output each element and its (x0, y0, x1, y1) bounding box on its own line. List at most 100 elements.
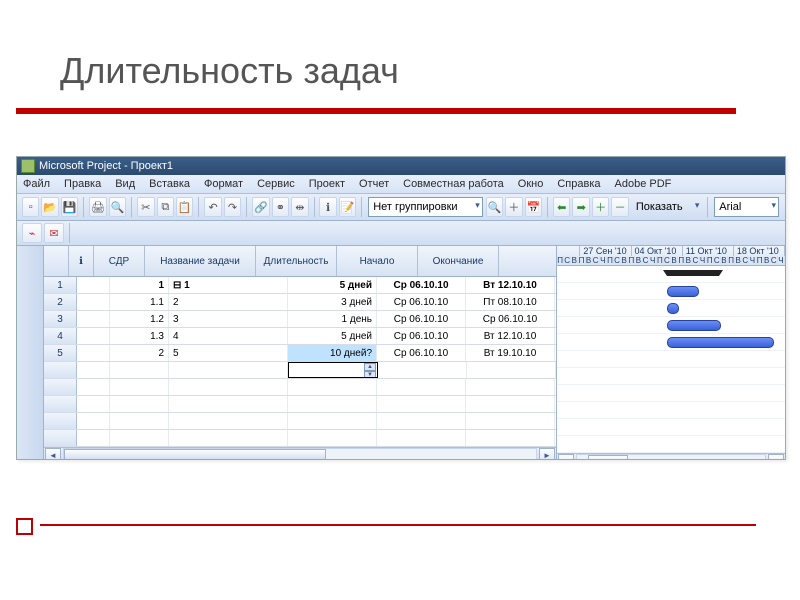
menu-report[interactable]: Отчет (359, 178, 389, 190)
cell-duration[interactable]: 5 дней (288, 277, 377, 293)
week-header[interactable]: 11 Окт '10 (683, 246, 734, 256)
gantt-hscroll[interactable]: ◄ ► (557, 453, 785, 460)
cell-wbs[interactable]: 1.1 (110, 294, 169, 310)
day-header[interactable]: П (557, 256, 564, 265)
day-header[interactable]: С (771, 256, 778, 265)
menu-adobepdf[interactable]: Adobe PDF (615, 178, 672, 190)
day-header[interactable]: В (586, 256, 593, 265)
zoomin-icon[interactable]: ＋ (505, 197, 522, 217)
day-header[interactable]: Ч (600, 256, 607, 265)
gantt-row[interactable] (557, 334, 785, 351)
day-header[interactable]: С (714, 256, 721, 265)
scroll-right-icon[interactable]: ► (539, 448, 555, 460)
cell-start[interactable]: Ср 06.10.10 (377, 311, 466, 327)
day-header[interactable]: П (678, 256, 685, 265)
menu-insert[interactable]: Вставка (149, 178, 190, 190)
link-icon[interactable]: 🔗 (252, 197, 269, 217)
gantt-row[interactable] (557, 317, 785, 334)
menu-tools[interactable]: Сервис (257, 178, 295, 190)
gantt-row[interactable] (557, 300, 785, 317)
gantt-row[interactable] (557, 351, 785, 368)
table-row[interactable]: 41.345 днейСр 06.10.10Вт 12.10.10 (44, 328, 556, 345)
indent-right-icon[interactable]: ➡ (572, 197, 589, 217)
day-header[interactable]: С (643, 256, 650, 265)
day-header[interactable]: В (621, 256, 628, 265)
day-header[interactable]: П (657, 256, 664, 265)
table-row[interactable]: 31.231 деньСр 06.10.10Ср 06.10.10 (44, 311, 556, 328)
day-header[interactable]: Ч (650, 256, 657, 265)
task-bar[interactable] (667, 320, 721, 331)
scroll-right-icon[interactable]: ► (768, 454, 784, 460)
menubar[interactable]: Файл Правка Вид Вставка Формат Сервис Пр… (17, 175, 785, 194)
corner-cell[interactable] (44, 246, 69, 276)
cell-duration[interactable]: 3 дней (288, 294, 377, 310)
cell-name[interactable]: ⊟ 1 (169, 277, 288, 293)
day-header[interactable]: В (671, 256, 678, 265)
gantt-row[interactable] (557, 402, 785, 419)
menu-file[interactable]: Файл (23, 178, 50, 190)
cell-duration[interactable]: 1 день (288, 311, 377, 327)
cell-duration[interactable]: 5 дней (288, 328, 377, 344)
minus-icon[interactable]: － (611, 197, 628, 217)
cell-end[interactable]: Вт 12.10.10 (466, 328, 555, 344)
day-header[interactable]: П (628, 256, 635, 265)
cell-end[interactable]: Вт 19.10.10 (466, 345, 555, 361)
show-button[interactable]: Показать (632, 198, 702, 216)
cell-wbs[interactable]: 1.3 (110, 328, 169, 344)
cell-info[interactable] (77, 277, 110, 293)
cell-start[interactable]: Ср 06.10.10 (377, 328, 466, 344)
timescale[interactable]: 27 Сен '1004 Окт '1011 Окт '1018 Окт '10… (557, 246, 785, 266)
row-number[interactable]: 2 (44, 294, 77, 310)
menu-collab[interactable]: Совместная работа (403, 178, 504, 190)
summary-bar[interactable] (667, 270, 719, 276)
cut-icon[interactable]: ✂ (137, 197, 154, 217)
split-icon[interactable]: ⇹ (291, 197, 308, 217)
scroll-thumb[interactable] (588, 455, 628, 460)
day-header[interactable]: С (564, 256, 571, 265)
day-header[interactable]: В (764, 256, 771, 265)
cell-end[interactable]: Пт 08.10.10 (466, 294, 555, 310)
cell-name[interactable]: 5 (169, 345, 288, 361)
pdf-icon[interactable]: ⌁ (22, 223, 42, 243)
save-icon[interactable]: 💾 (61, 197, 78, 217)
day-header[interactable]: П (728, 256, 735, 265)
gantt-row[interactable] (557, 266, 785, 283)
view-bar[interactable] (17, 246, 44, 460)
table-row[interactable] (44, 379, 556, 396)
menu-edit[interactable]: Правка (64, 178, 101, 190)
gantt-row[interactable] (557, 436, 785, 453)
day-header[interactable]: С (664, 256, 671, 265)
zoom-icon[interactable]: 🔍 (486, 197, 503, 217)
copy-icon[interactable]: ⧉ (157, 197, 174, 217)
info-icon[interactable]: ℹ (319, 197, 336, 217)
outdent-left-icon[interactable]: ⬅ (553, 197, 570, 217)
day-header[interactable]: С (692, 256, 699, 265)
task-bar[interactable] (667, 337, 774, 348)
font-combo[interactable]: Arial (714, 197, 779, 217)
menu-help[interactable]: Справка (557, 178, 600, 190)
cell-end[interactable]: Ср 06.10.10 (466, 311, 555, 327)
day-header[interactable]: В (635, 256, 642, 265)
goto-icon[interactable]: 📅 (525, 197, 542, 217)
cell-info[interactable] (77, 328, 110, 344)
day-header[interactable]: В (721, 256, 728, 265)
cell-start[interactable]: Ср 06.10.10 (377, 294, 466, 310)
table-row[interactable]: 52510 дней?Ср 06.10.10Вт 19.10.10 (44, 345, 556, 362)
new-icon[interactable]: ▫ (22, 197, 39, 217)
table-row[interactable]: ▲▼ (44, 362, 556, 379)
print-icon[interactable]: 🖨 (89, 197, 106, 217)
spin-down-icon[interactable]: ▼ (364, 371, 376, 378)
gantt-row[interactable] (557, 368, 785, 385)
col-info[interactable]: ℹ (69, 246, 94, 276)
open-icon[interactable]: 📂 (41, 197, 58, 217)
cell-name[interactable]: 3 (169, 311, 288, 327)
table-row[interactable] (44, 396, 556, 413)
active-cell[interactable]: ▲▼ (288, 362, 378, 378)
day-header[interactable]: Ч (700, 256, 707, 265)
pdf-mail-icon[interactable]: ✉ (44, 223, 64, 243)
task-bar[interactable] (667, 286, 699, 297)
note-icon[interactable]: 📝 (339, 197, 356, 217)
day-header[interactable]: Ч (778, 256, 785, 265)
row-number[interactable] (44, 362, 77, 378)
cell-info[interactable] (77, 311, 110, 327)
